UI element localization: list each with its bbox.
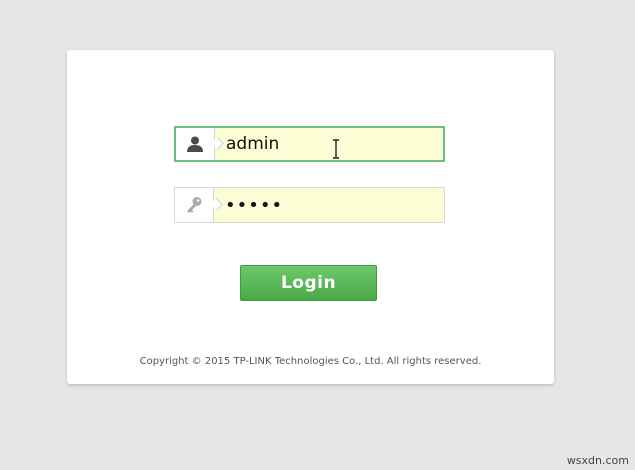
copyright-text: Copyright © 2015 TP-LINK Technologies Co… (139, 356, 482, 367)
text-cursor-icon (333, 139, 339, 159)
password-input[interactable] (225, 188, 435, 222)
key-icon (175, 188, 214, 222)
user-icon (176, 128, 215, 160)
login-card: Login Copyright © 2015 TP-LINK Technolog… (67, 50, 554, 384)
password-field[interactable] (174, 187, 445, 223)
watermark-text: wsxdn.com (566, 454, 629, 467)
login-button[interactable]: Login (240, 265, 377, 301)
username-field[interactable] (174, 126, 445, 162)
